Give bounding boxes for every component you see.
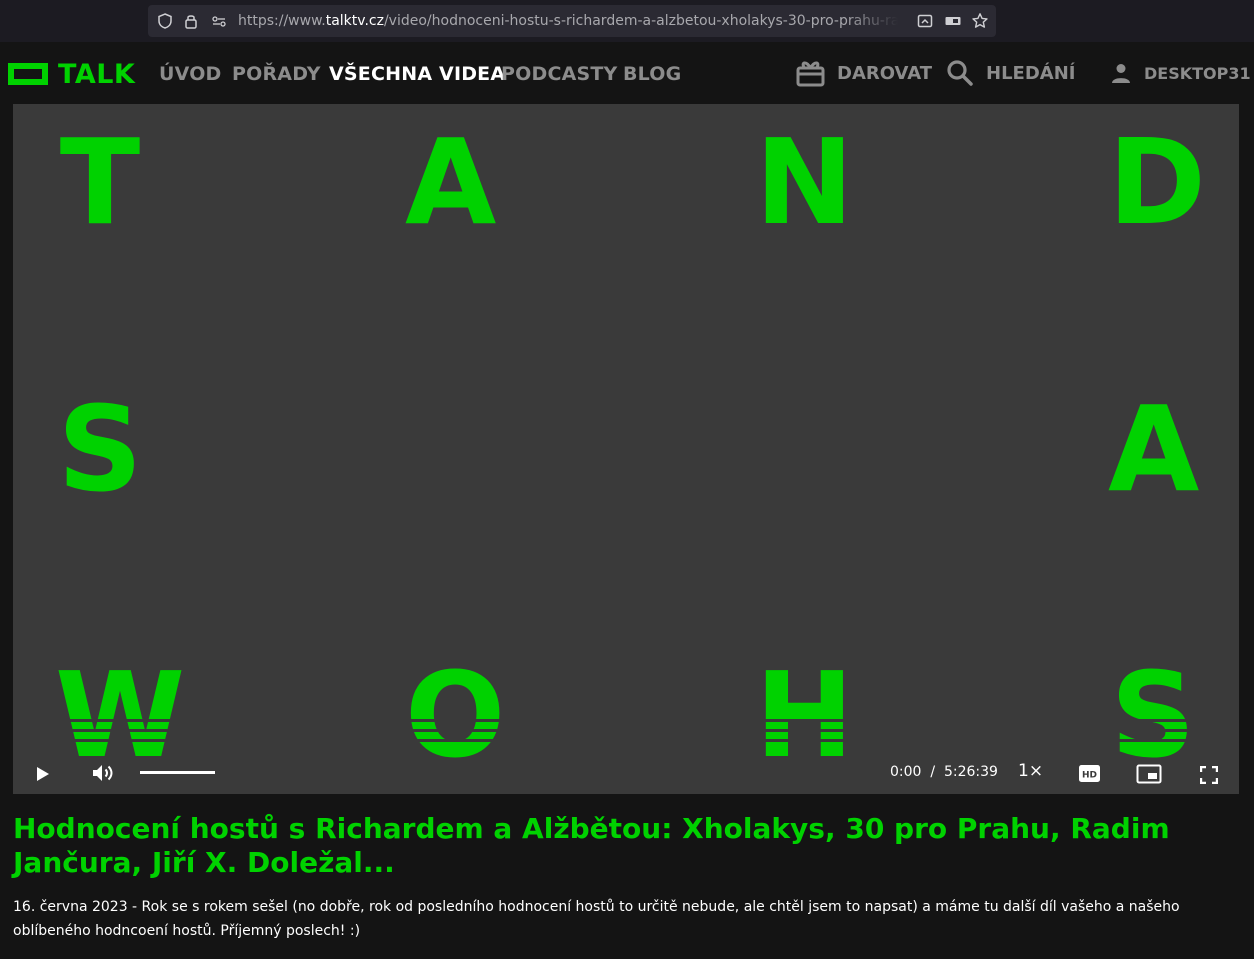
url-scheme: https://www. (238, 13, 326, 29)
video-letter: T (59, 113, 141, 251)
video-letter: S (1110, 646, 1196, 784)
picture-in-picture-icon (1136, 764, 1162, 784)
video-letter: W (55, 646, 186, 784)
video-letter: A (1108, 380, 1200, 518)
play-button[interactable] (35, 765, 51, 788)
fullscreen-icon (1199, 765, 1219, 785)
url-host: talktv.cz (325, 13, 384, 29)
picture-in-picture-button[interactable] (1136, 764, 1162, 789)
screenshot-icon[interactable] (916, 12, 934, 30)
logo-mark-icon (8, 63, 48, 85)
search-icon (947, 60, 973, 86)
video-title: Hodnocení hostů s Richardem a Alžbětou: … (13, 812, 1170, 879)
video-letter: S (57, 380, 143, 518)
url-text[interactable]: https://www.talktv.cz/video/hodnoceni-ho… (238, 12, 898, 30)
video-letter: D (1108, 113, 1206, 251)
scanline-stripe (13, 729, 1239, 732)
permissions-icon[interactable] (210, 12, 228, 30)
donate-label: DAROVAT (837, 62, 933, 84)
address-bar[interactable]: https://www.talktv.cz/video/hodnoceni-ho… (148, 5, 996, 37)
video-letter: H (755, 646, 854, 784)
video-letter: O (405, 646, 506, 784)
talk-logo[interactable]: TALK (8, 57, 135, 91)
mute-button[interactable] (91, 761, 115, 790)
video-description: 16. června 2023 - Rok se s rokem sešel (… (13, 899, 1180, 939)
volume-icon (93, 765, 113, 781)
browser-toolbar: https://www.talktv.cz/video/hodnoceni-ho… (0, 0, 1254, 42)
search-button[interactable]: HLEDÁNÍ (946, 58, 1075, 88)
duration: 5:26:39 (943, 764, 998, 780)
user-icon (1112, 64, 1130, 83)
tracking-shield-icon[interactable] (156, 12, 174, 30)
bookmark-star-icon[interactable] (971, 12, 989, 30)
time-separator: / (930, 764, 936, 780)
site-header: TALK ÚVOD POŘADY VŠECHNA VIDEA PODCASTY … (0, 42, 1254, 104)
url-path: /video/hodnoceni-hostu-s-richardem-a-alz… (383, 13, 898, 29)
quality-button[interactable]: HD (1078, 764, 1101, 788)
scanline-stripe (13, 739, 1239, 742)
fullscreen-button[interactable] (1199, 765, 1219, 789)
nav-vsechna-videa[interactable]: VŠECHNA VIDEA (329, 62, 505, 86)
nav-porady[interactable]: POŘADY (232, 62, 321, 86)
time-display: 0:00 / 5:26:39 (890, 764, 998, 780)
scanline-stripe (13, 719, 1239, 722)
donate-button[interactable]: DAROVAT (796, 58, 932, 88)
play-icon (37, 767, 49, 781)
logo-text: TALK (58, 58, 136, 90)
gift-icon (796, 61, 825, 87)
playback-speed-button[interactable]: 1× (1018, 761, 1043, 781)
video-player[interactable]: T A N D S A W O H S 0:00 / 5:26:39 1× HD (13, 104, 1239, 794)
video-letter: N (755, 113, 854, 251)
nav-podcasty[interactable]: PODCASTY (501, 62, 618, 86)
reader-view-icon[interactable] (944, 12, 962, 30)
current-time: 0:00 (890, 764, 922, 780)
volume-slider[interactable] (140, 771, 215, 774)
video-letter: A (405, 113, 497, 251)
nav-uvod[interactable]: ÚVOD (159, 62, 222, 86)
nav-blog[interactable]: BLOG (623, 62, 681, 86)
hd-icon: HD (1079, 765, 1100, 782)
hd-label: HD (1082, 771, 1097, 781)
user-account-button[interactable]: DESKTOP31 (1110, 58, 1251, 88)
user-label: DESKTOP31 (1144, 63, 1251, 83)
lock-icon[interactable] (182, 12, 200, 30)
player-controls: 0:00 / 5:26:39 1× HD (13, 752, 1239, 794)
search-label: HLEDÁNÍ (986, 62, 1076, 84)
